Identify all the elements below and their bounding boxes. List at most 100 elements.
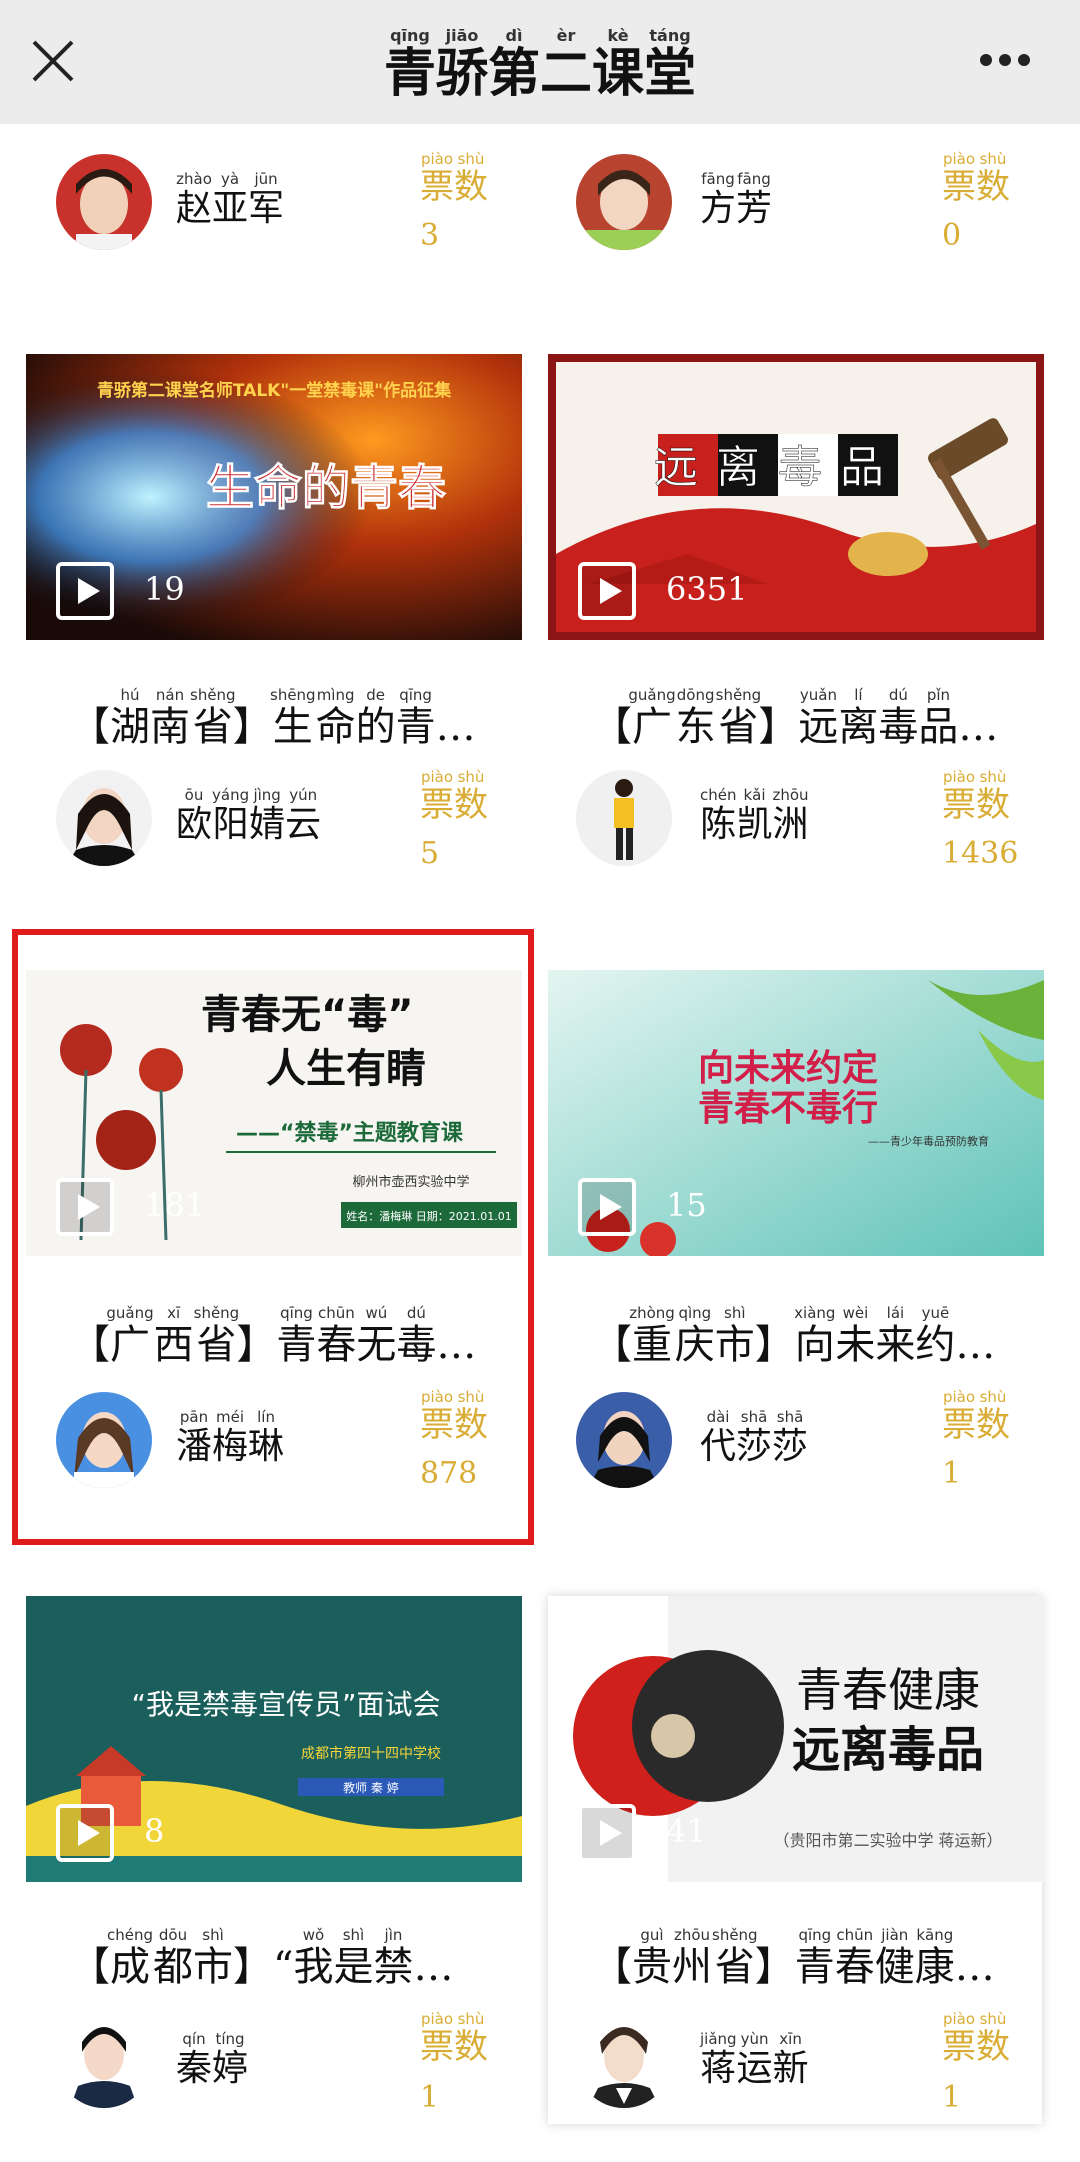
vote-count: 1 (420, 2080, 440, 2115)
play-count: 41 (666, 1812, 707, 1850)
play-icon[interactable] (56, 562, 114, 620)
ruby-char: 课kè (592, 26, 645, 104)
ruby-char: 青qīng (276, 1304, 317, 1368)
thumb-title: “我是禁毒宣传员”面试会 (131, 1688, 440, 1721)
ruby-char: 方fāng (700, 170, 737, 229)
thumb-title: 远离毒品 (792, 1722, 984, 1778)
top-bar: 青qīng骄jiāo第dì二èr课kè堂táng (0, 0, 1080, 124)
ruby-char: 未wèi (835, 1304, 876, 1368)
ruby-char: 梅méi (212, 1408, 249, 1467)
ruby-char: 离lí (838, 686, 879, 750)
ruby-char: 青qīng (395, 686, 436, 750)
ruby-char: 省shěng (715, 686, 762, 750)
video-thumbnail[interactable]: “我是禁毒宣传员”面试会 成都市第四十四中学校 教师 秦 婷 8 (26, 1596, 522, 1882)
avatar (56, 2012, 152, 2108)
ruby-char: 数shù (976, 2010, 1010, 2067)
ruby-char: 的de (355, 686, 396, 750)
play-icon[interactable] (578, 1804, 636, 1862)
play-count: 19 (144, 570, 185, 608)
ruby-char: 票piào (942, 1388, 976, 1445)
ruby-char: 向xiàng (794, 1304, 836, 1368)
video-caption[interactable]: 【贵guì州zhōu省shěng】青qīng春chūn健jiàn康kāng… (592, 1926, 995, 1992)
ruby-char: 广guǎng (106, 1304, 154, 1368)
play-icon[interactable] (578, 1178, 636, 1236)
play-icon[interactable] (56, 1178, 114, 1236)
more-icon[interactable] (980, 54, 1030, 68)
ruby-char: 蒋jiǎng (700, 2030, 737, 2089)
ruby-char: 芳fāng (736, 170, 773, 229)
ruby-char: 票piào (942, 768, 976, 825)
thumb-title: 向未来约定 (698, 1048, 878, 1089)
ruby-char: 康kāng (914, 1926, 955, 1990)
ruby-char: 西xī (153, 1304, 194, 1368)
votes-label: 票piào数shù (942, 768, 1010, 826)
ruby-char: 欧ōu (176, 786, 213, 845)
ruby-char: 阳yáng (212, 786, 250, 845)
avatar (576, 154, 672, 250)
ruby-char: 省shěng (193, 1304, 240, 1368)
ruby-char: 省shěng (190, 686, 236, 750)
thumb-banner: 青骄第二课堂名师TALK"一堂禁毒课"作品征集 (97, 380, 452, 401)
thumb-subtitle: ——青少年毒品预防教育 (868, 1134, 989, 1148)
avatar (576, 1392, 672, 1488)
thumb-title: 青春不毒行 (698, 1088, 878, 1129)
ruby-char: 第dì (487, 26, 540, 104)
ruby-char: 数shù (976, 1388, 1010, 1445)
author-name: 秦qín婷tíng (176, 2030, 248, 2091)
avatar (576, 770, 672, 866)
thumb-school: （贵阳市第二实验中学 蒋运新） (773, 1831, 1002, 1850)
ruby-char: 二èr (540, 26, 593, 104)
video-thumbnail[interactable]: 青春健康 远离毒品 （贵阳市第二实验中学 蒋运新） 41 (548, 1596, 1044, 1882)
thumb-title: 青春无“毒” (201, 992, 414, 1038)
ruby-char: 数shù (976, 150, 1010, 207)
video-thumbnail[interactable]: 青骄第二课堂名师TALK"一堂禁毒课"作品征集 生命的青春 19 (26, 354, 522, 640)
vote-count: 878 (420, 1456, 478, 1491)
ruby-char: 运yùn (736, 2030, 773, 2089)
ruby-char: “ (273, 1944, 294, 1990)
video-caption[interactable]: 【成chéng都dōu市shì】“我wǒ是shì禁jìn… (70, 1926, 453, 1992)
page-title: 青qīng骄jiāo第dì二èr课kè堂táng (0, 26, 1080, 106)
ruby-char: 春chūn (316, 1304, 357, 1368)
ruby-char: 成chéng (107, 1926, 154, 1990)
ruby-char: 是shì (333, 1926, 374, 1990)
ruby-char: 我wǒ (293, 1926, 334, 1990)
ruby-char: 重zhòng (629, 1304, 675, 1368)
video-caption[interactable]: 【湖hú南nán省shěng】生shēng命mìng的de青qīng… (70, 686, 476, 752)
votes-label: 票piào数shù (942, 2010, 1010, 2068)
play-count: 15 (666, 1186, 707, 1224)
ruby-char: 数shù (454, 1388, 488, 1445)
ruby-char: 新xīn (772, 2030, 809, 2089)
video-caption[interactable]: 【广guǎng东dōng省shěng】远yuǎn离lí毒dú品pǐn… (592, 686, 998, 752)
ruby-char: 春chūn (834, 1926, 875, 1990)
play-count: 181 (144, 1186, 206, 1224)
video-caption[interactable]: 【重zhòng庆qìng市shì】向xiàng未wèi来lái约yuē… (592, 1304, 995, 1370)
play-icon[interactable] (578, 562, 636, 620)
votes-label: 票piào数shù (420, 1388, 488, 1446)
ruby-char: 莎shā (772, 1408, 809, 1467)
ruby-char: 青qīng (794, 1926, 835, 1990)
video-caption[interactable]: 【广guǎng西xī省shěng】青qīng春chūn无wú毒dú… (70, 1304, 476, 1370)
thumb-title: 远离毒品 (654, 442, 902, 493)
thumb-teacher: 教师 秦 婷 (343, 1780, 399, 1795)
ruby-char: 青qīng (383, 26, 436, 104)
ruby-char: 品pǐn (918, 686, 959, 750)
avatar (576, 2012, 672, 2108)
video-thumbnail[interactable]: 向未来约定 青春不毒行 ——青少年毒品预防教育 15 (548, 970, 1044, 1256)
play-icon[interactable] (56, 1804, 114, 1862)
vote-count: 1 (942, 1456, 962, 1491)
avatar (56, 770, 152, 866)
ruby-char: 陈chén (700, 786, 737, 845)
thumb-title: 青春健康 (796, 1663, 980, 1717)
ruby-char: 约yuē (915, 1304, 956, 1368)
ruby-char: 莎shā (736, 1408, 773, 1467)
thumb-title: 生命的青春 (206, 460, 446, 516)
video-thumbnail[interactable]: 远离毒品 6351 (548, 354, 1044, 640)
video-thumbnail[interactable]: 青春无“毒” 人生有睛 ——“禁毒”主题教育课 柳州市壶西实验中学 姓名：潘梅琳… (26, 970, 522, 1256)
ruby-char: 毒dú (878, 686, 919, 750)
play-count: 8 (144, 1812, 165, 1850)
vote-count: 0 (942, 218, 962, 253)
ruby-char: 健jiàn (874, 1926, 915, 1990)
author-name: 欧ōu阳yáng婧jìng云yún (176, 786, 321, 847)
ruby-char: 亚yà (212, 170, 249, 229)
ruby-char: 婧jìng (249, 786, 286, 845)
